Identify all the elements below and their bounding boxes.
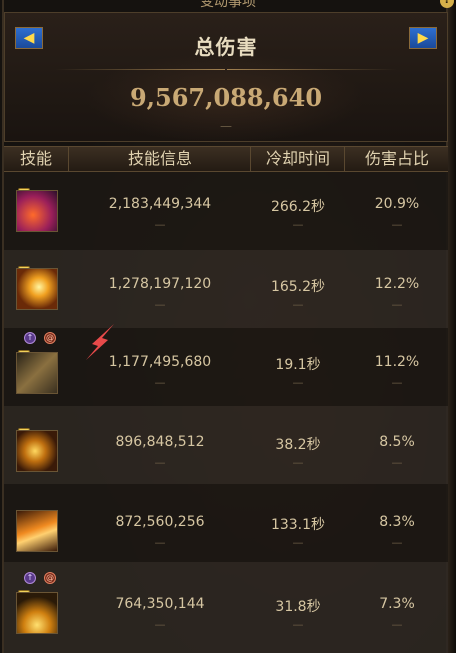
damage-dash: — [154, 536, 166, 549]
table-row[interactable]: H 2,183,449,344 266.2秒 20.9% — — — [4, 172, 448, 250]
damage-dash: — [154, 376, 166, 389]
skill-icon-3[interactable] [16, 352, 58, 394]
swirl-buff-icon: @ [44, 332, 56, 344]
total-damage-value: 9,567,088,640 [129, 83, 323, 112]
damage-dash: — [154, 618, 166, 631]
skill-icon-6[interactable] [16, 592, 58, 634]
arcane-buff-icon: ↑ [24, 332, 36, 344]
damage-percent: 12.2% [374, 276, 420, 292]
table-row[interactable]: ↑ @ H 764,350,144 31.8秒 7.3% — — — [4, 562, 448, 653]
cooldown-dash: — [292, 376, 304, 389]
table-row[interactable]: 872,560,256 133.1秒 8.3% — — — [4, 484, 448, 562]
skill-icon-2[interactable] [16, 268, 58, 310]
window-title: 变动事项 [200, 0, 256, 10]
damage-percent: 8.3% [379, 514, 415, 530]
damage-value: 872,560,256 [115, 514, 205, 530]
cooldown-dash: — [292, 218, 304, 231]
title-divider-right [227, 69, 397, 70]
total-damage-dash: — [220, 119, 232, 133]
column-cooldown[interactable]: 冷却时间 [252, 147, 345, 171]
percent-dash: — [391, 618, 403, 631]
table-row[interactable]: ↑ @ H 1,177,495,680 19.1秒 11.2% — — — [4, 328, 448, 406]
damage-percent: 7.3% [379, 596, 415, 612]
damage-percent: 8.5% [379, 434, 415, 450]
red-pointer-arrow-icon [86, 324, 114, 360]
damage-value: 896,848,512 [115, 434, 205, 450]
damage-dash: — [154, 218, 166, 231]
cooldown-dash: — [292, 456, 304, 469]
damage-percent: 11.2% [374, 354, 420, 370]
percent-dash: — [391, 456, 403, 469]
table-row[interactable]: H 1,278,197,120 165.2秒 12.2% — — — [4, 250, 448, 328]
damage-percent: 20.9% [374, 196, 420, 212]
swirl-buff-icon: @ [44, 572, 56, 584]
right-scroll-edge [448, 0, 456, 653]
cooldown-value: 165.2秒 [270, 279, 326, 295]
skill-icon-5[interactable] [16, 510, 58, 552]
cooldown-value: 19.1秒 [275, 357, 321, 373]
cooldown-dash: — [292, 536, 304, 549]
cooldown-value: 31.8秒 [275, 599, 321, 615]
total-damage-title: 总伤害 [194, 35, 258, 59]
cooldown-dash: — [292, 298, 304, 311]
cooldown-dash: — [292, 618, 304, 631]
cooldown-value: 38.2秒 [275, 437, 321, 453]
cooldown-value: 133.1秒 [270, 517, 326, 533]
cooldown-value: 266.2秒 [270, 199, 326, 215]
percent-dash: — [391, 376, 403, 389]
arcane-buff-icon: ↑ [24, 572, 36, 584]
column-damage-share[interactable]: 伤害占比 [346, 147, 448, 171]
percent-dash: — [391, 298, 403, 311]
skill-icon-1[interactable] [16, 190, 58, 232]
skill-icon-4[interactable] [16, 430, 58, 472]
percent-dash: — [391, 536, 403, 549]
damage-value: 1,278,197,120 [108, 276, 212, 292]
percent-dash: — [391, 218, 403, 231]
title-divider-left [55, 69, 225, 70]
table-row[interactable]: H 896,848,512 38.2秒 8.5% — — — [4, 406, 448, 484]
total-damage-header: ◀ ▶ 总伤害 9,567,088,640 — [4, 12, 448, 143]
column-skill-info[interactable]: 技能信息 [70, 147, 251, 171]
damage-dash: — [154, 456, 166, 469]
damage-value: 2,183,449,344 [108, 196, 212, 212]
table-header: 技能 技能信息 冷却时间 伤害占比 [4, 146, 448, 172]
column-skill[interactable]: 技能 [4, 147, 69, 171]
damage-value: 764,350,144 [115, 596, 205, 612]
damage-dash: — [154, 298, 166, 311]
